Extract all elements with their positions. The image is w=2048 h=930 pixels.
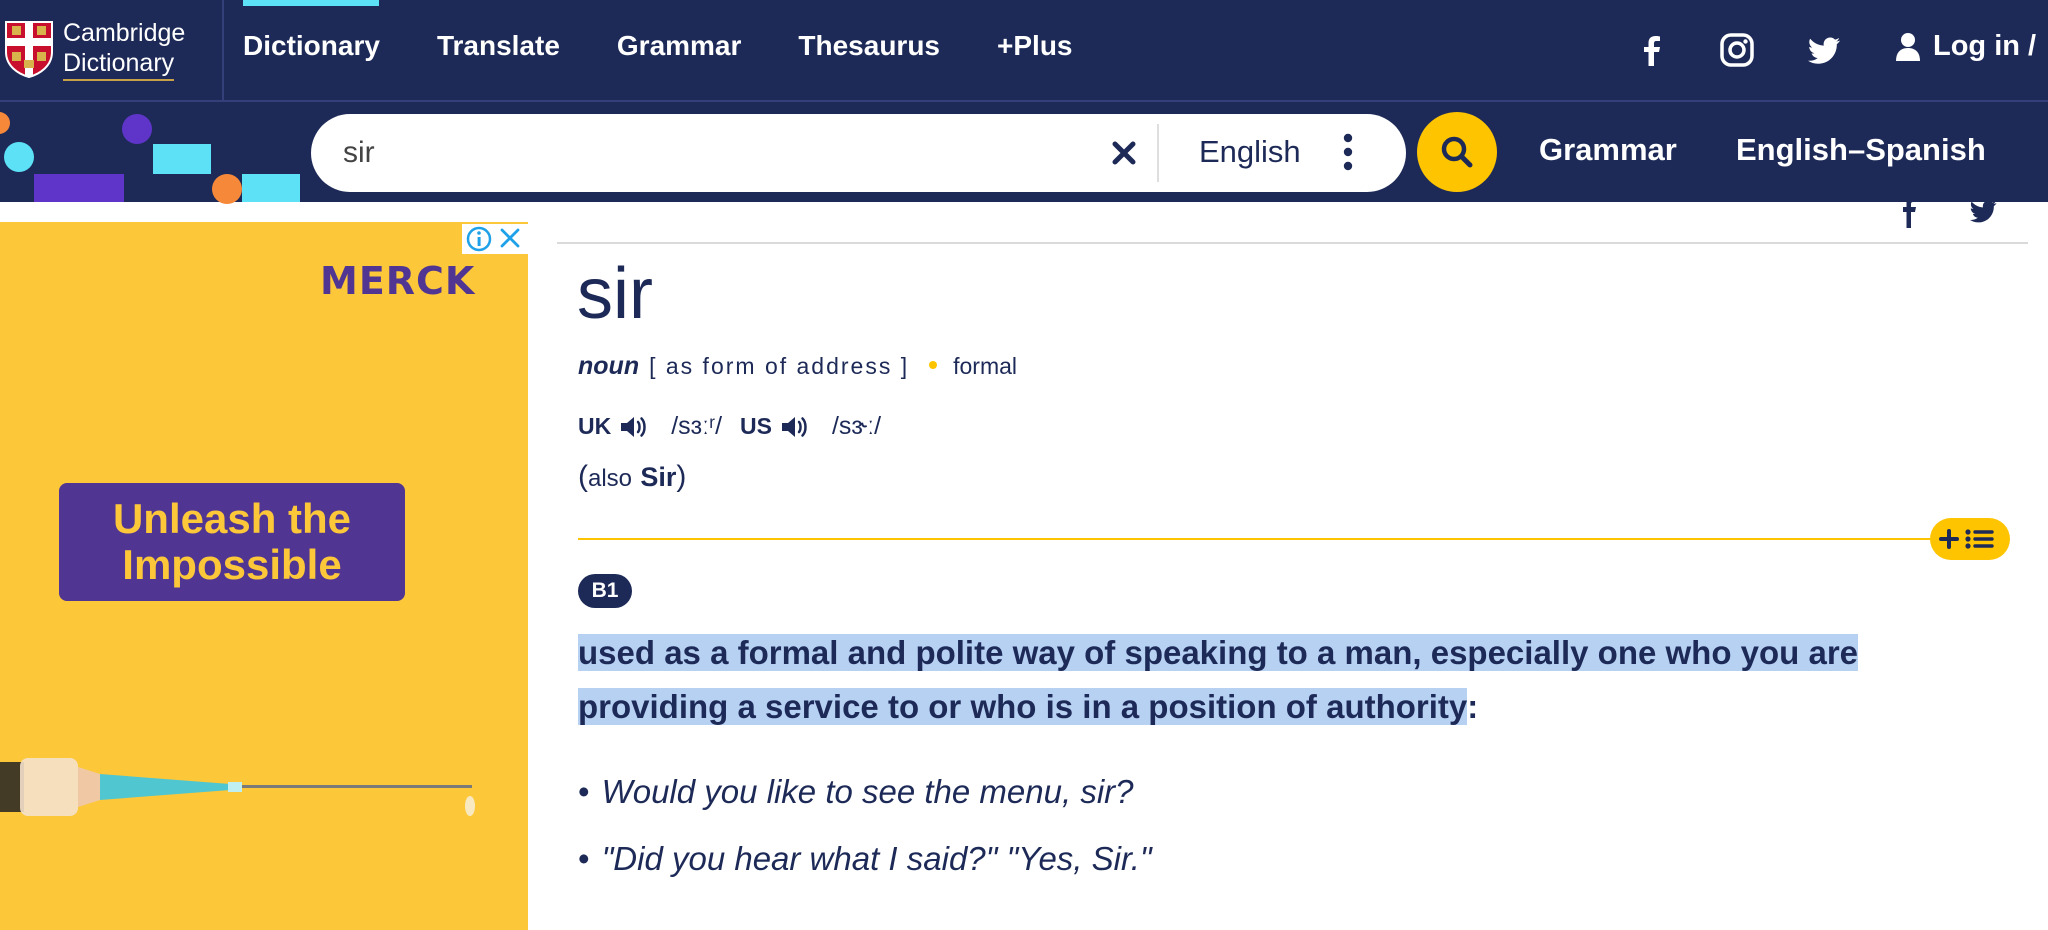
decorative-shape <box>0 112 10 134</box>
example-text: Would you like to see the menu, sir? <box>601 773 1134 810</box>
also-open-paren: ( <box>578 460 588 493</box>
ad-controls <box>462 224 528 254</box>
share-twitter-icon[interactable] <box>1968 196 2000 226</box>
search-band: English Grammar English–Spanish <box>0 102 2048 204</box>
usage-label[interactable]: formal <box>953 353 1017 380</box>
nav-dictionary[interactable]: Dictionary <box>243 30 380 62</box>
region-uk: UK <box>578 413 612 439</box>
search-divider <box>1157 124 1159 182</box>
active-nav-indicator <box>243 0 379 6</box>
example-bullet: • <box>578 773 590 810</box>
login-label: Log in / <box>1933 30 2037 62</box>
advertisement[interactable]: MERCK Unleash the Impossible <box>0 222 528 930</box>
decorative-shape <box>242 174 300 202</box>
search-input[interactable] <box>341 128 1085 178</box>
also-variant-line: (also Sir) <box>578 460 686 494</box>
ad-headline-line1: Unleash the <box>112 495 352 542</box>
logo-text-line1: Cambridge <box>63 19 186 47</box>
more-options-icon[interactable] <box>1341 130 1355 174</box>
sense-divider <box>578 538 1968 540</box>
nav-translate[interactable]: Translate <box>437 30 560 62</box>
example-text: "Did you hear what I said?" "Yes, Sir." <box>601 840 1152 877</box>
example-bullet: • <box>578 840 590 877</box>
user-icon <box>1896 32 1920 61</box>
definition-end: : <box>1467 688 1479 725</box>
uk-audio-icon[interactable] <box>619 413 649 441</box>
logo-text-line2: Dictionary <box>63 48 175 81</box>
example-sentence: • "Did you hear what I said?" "Yes, Sir.… <box>578 839 1998 879</box>
examples: • Would you like to see the menu, sir? •… <box>578 772 1998 906</box>
definition: used as a formal and polite way of speak… <box>578 626 1998 734</box>
english-spanish-link[interactable]: English–Spanish <box>1736 132 1986 168</box>
also-variant: Sir <box>640 462 677 492</box>
cefr-level-badge: B1 <box>578 574 632 608</box>
dictionary-select[interactable]: English <box>1199 134 1301 170</box>
merck-logo: MERCK <box>320 258 490 303</box>
clear-search-icon[interactable] <box>1109 138 1139 168</box>
search-icon <box>1441 136 1473 168</box>
ad-headline-line2: Impossible <box>122 541 342 588</box>
uk-ipa: /sɜːʳ/ <box>671 412 723 440</box>
ad-close-icon[interactable] <box>500 228 520 248</box>
search-box: English <box>311 114 1406 192</box>
pronunciation-line: UK /sɜːʳ/ US /sɝː/ <box>578 412 899 441</box>
part-of-speech-line: noun [ as form of address ] formal <box>578 352 1017 381</box>
share-facebook-icon[interactable] <box>1898 196 1920 228</box>
nav-thesaurus[interactable]: Thesaurus <box>798 30 940 62</box>
nav-plus[interactable]: +Plus <box>997 30 1072 62</box>
also-close-paren: ) <box>676 460 687 493</box>
headword: sir <box>577 254 653 334</box>
ad-headline-button[interactable]: Unleash the Impossible <box>59 483 405 601</box>
bullet-dot <box>929 361 938 369</box>
facebook-icon[interactable] <box>1634 32 1670 68</box>
grammar-code[interactable]: [ as form of address ] <box>649 353 909 380</box>
decorative-shape <box>153 144 211 174</box>
instagram-icon[interactable] <box>1719 32 1755 68</box>
ad-info-icon[interactable] <box>466 226 492 252</box>
ad-brand-text: MERCK <box>320 259 476 302</box>
main-nav: Dictionary Translate Grammar Thesaurus +… <box>243 30 1130 62</box>
add-to-list-icon <box>1939 529 1994 549</box>
grammar-link[interactable]: Grammar <box>1539 132 1677 168</box>
cambridge-dictionary-logo[interactable]: Cambridge Dictionary <box>0 16 210 86</box>
us-ipa: /sɝː/ <box>831 412 882 440</box>
add-to-wordlist-button[interactable] <box>1930 518 2010 560</box>
us-audio-icon[interactable] <box>780 413 810 441</box>
decorative-shape <box>122 114 152 144</box>
content-divider <box>557 242 2028 244</box>
nav-divider <box>222 0 224 100</box>
definition-highlighted-text: used as a formal and polite way of speak… <box>578 634 1859 725</box>
nav-grammar[interactable]: Grammar <box>617 30 742 62</box>
search-button[interactable] <box>1417 112 1497 192</box>
part-of-speech[interactable]: noun <box>578 352 639 381</box>
syringe-image <box>0 758 475 816</box>
decorative-shape <box>4 142 34 172</box>
top-navigation: Cambridge Dictionary Dictionary Translat… <box>0 0 2048 102</box>
region-us: US <box>740 413 772 439</box>
example-sentence: • Would you like to see the menu, sir? <box>578 772 1998 812</box>
twitter-icon[interactable] <box>1807 32 1843 68</box>
cambridge-shield-icon <box>5 21 53 78</box>
also-label: also <box>588 465 633 492</box>
decorative-shape <box>212 174 242 204</box>
decorative-shape <box>34 174 124 202</box>
login-link[interactable]: Log in / <box>1895 30 2036 63</box>
